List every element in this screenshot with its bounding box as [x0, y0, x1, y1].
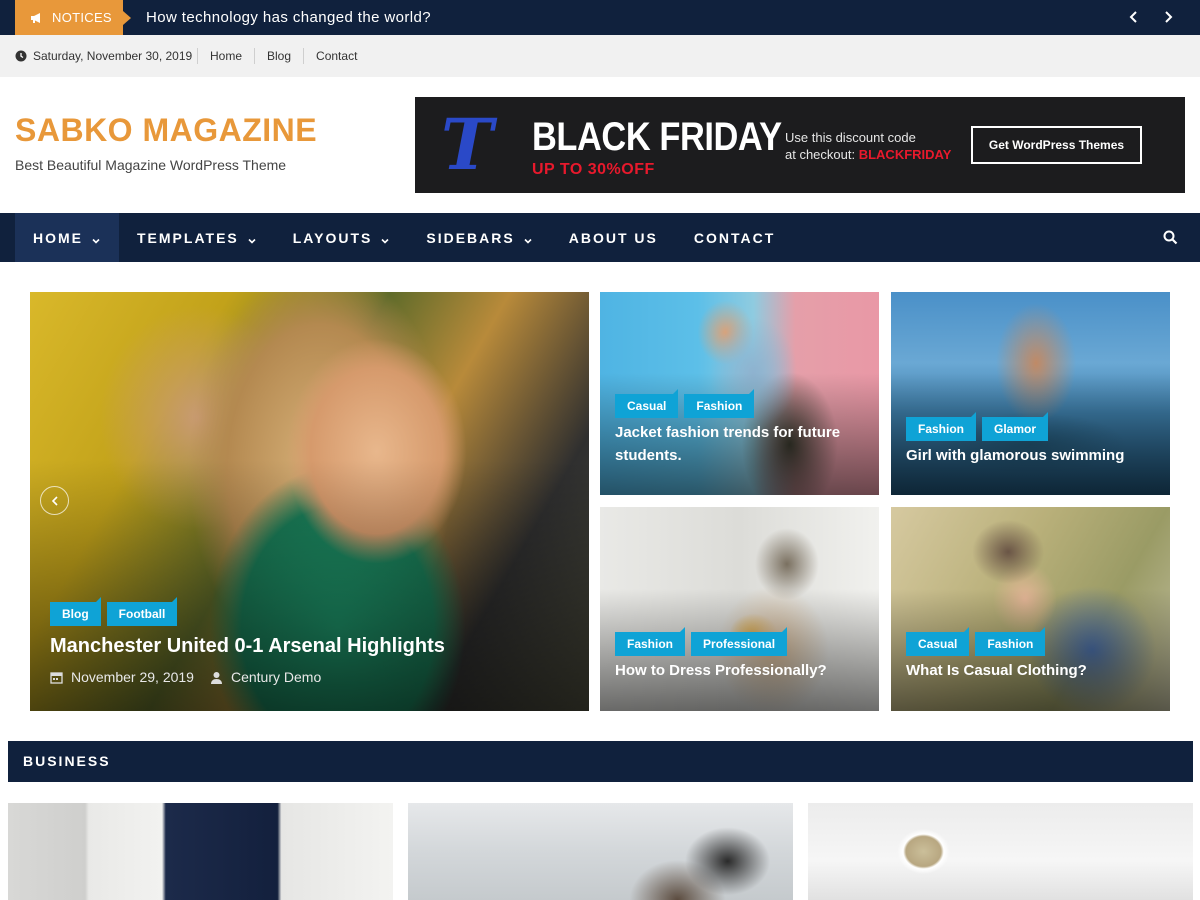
banner-subtitle: UP TO 30%OFF [532, 161, 655, 178]
discount-code: BLACKFRIDAY [858, 147, 952, 162]
discount-line-1: Use this discount code [785, 130, 916, 145]
post-tags: Casual Fashion [906, 627, 1051, 656]
tag-glamor[interactable]: Glamor [982, 412, 1049, 441]
nav-item-label: ABOUT US [568, 229, 658, 246]
post-tags: Blog Football [50, 597, 183, 626]
tag-fashion[interactable]: Fashion [975, 627, 1046, 656]
theme-logo: T [428, 103, 506, 186]
notices-label-text: NOTICES [52, 10, 112, 25]
svg-text:T: T [441, 107, 498, 183]
top-bar: Saturday, November 30, 2019 Home Blog Co… [0, 35, 1200, 77]
thumb-image [8, 803, 393, 900]
business-thumb-2[interactable] [408, 803, 793, 900]
nav-item-sidebars[interactable]: SIDEBARS [408, 213, 550, 262]
discount-line-2-text: at checkout: [785, 147, 859, 162]
search-icon[interactable] [1163, 230, 1178, 245]
card-title[interactable]: Jacket fashion trends for future student… [615, 421, 855, 467]
post-author[interactable]: Century Demo [231, 669, 321, 685]
discount-line-2: at checkout: BLACKFRIDAY [785, 146, 951, 163]
site-tagline: Best Beautiful Magazine WordPress Theme [15, 157, 287, 173]
site-title[interactable]: SABKO MAGAZINE [15, 112, 317, 149]
notices-bar: NOTICES How technology has changed the w… [0, 0, 1200, 35]
nav-item-label: TEMPLATES [137, 229, 239, 246]
get-themes-button[interactable]: Get WordPress Themes [971, 126, 1142, 164]
date-display: Saturday, November 30, 2019 [15, 35, 192, 77]
nav-item-contact[interactable]: CONTACT [676, 213, 793, 262]
nav-item-home[interactable]: HOME [15, 213, 119, 262]
tag-casual[interactable]: Casual [615, 389, 679, 418]
featured-card-3[interactable]: Fashion Professional How to Dress Profes… [600, 507, 879, 711]
business-title: BUSINESS [23, 753, 111, 769]
top-link-home[interactable]: Home [197, 48, 254, 64]
main-nav: HOME TEMPLATES LAYOUTS SIDEBARS ABOUT US… [0, 213, 1200, 262]
business-thumb-3[interactable] [808, 803, 1193, 900]
thumb-image [408, 803, 793, 900]
chevron-down-icon [380, 233, 390, 244]
post-tags: Fashion Glamor [906, 412, 1054, 441]
featured-card-2[interactable]: Fashion Glamor Girl with glamorous swimm… [891, 292, 1170, 495]
featured-card-4[interactable]: Casual Fashion What Is Casual Clothing? [891, 507, 1170, 711]
post-tags: Casual Fashion [615, 389, 760, 418]
nav-item-label: HOME [33, 229, 83, 246]
banner-title: BLACK FRIDAY [532, 115, 782, 159]
post-meta: November 29, 2019 Century Demo [50, 669, 321, 685]
chevron-down-icon [91, 233, 101, 244]
calendar-icon [50, 671, 63, 684]
card-title[interactable]: Girl with glamorous swimming [906, 444, 1156, 467]
top-links: Home Blog Contact [197, 48, 369, 64]
slider-prev-button[interactable] [40, 486, 69, 515]
tag-blog[interactable]: Blog [50, 597, 101, 626]
post-date[interactable]: November 29, 2019 [71, 669, 194, 685]
tag-professional[interactable]: Professional [691, 627, 788, 656]
date-text: Saturday, November 30, 2019 [33, 49, 193, 63]
top-link-contact[interactable]: Contact [303, 48, 369, 64]
nav-item-label: CONTACT [693, 229, 776, 246]
chevron-right-icon[interactable] [1160, 9, 1176, 25]
nav-item-about-us[interactable]: ABOUT US [551, 213, 676, 262]
clock-icon [15, 50, 27, 62]
thumb-image [808, 803, 1193, 900]
discount-text: Use this discount code at checkout: BLAC… [785, 129, 951, 163]
nav-item-label: SIDEBARS [426, 229, 515, 246]
featured-card-1[interactable]: Casual Fashion Jacket fashion trends for… [600, 292, 879, 495]
nav-item-templates[interactable]: TEMPLATES [119, 213, 275, 262]
notices-label: NOTICES [15, 0, 131, 35]
tag-fashion[interactable]: Fashion [684, 389, 755, 418]
tag-football[interactable]: Football [106, 597, 178, 626]
business-section-header: BUSINESS [8, 741, 1193, 782]
user-icon [210, 671, 223, 684]
notice-headline[interactable]: How technology has changed the world? [146, 0, 431, 35]
post-tags: Fashion Professional [615, 627, 793, 656]
featured-main-post[interactable]: Blog Football Manchester United 0-1 Arse… [30, 292, 589, 711]
top-link-blog[interactable]: Blog [254, 48, 303, 64]
tag-fashion[interactable]: Fashion [906, 412, 977, 441]
tag-casual[interactable]: Casual [906, 627, 970, 656]
black-friday-banner[interactable]: T BLACK FRIDAY UP TO 30%OFF Use this dis… [415, 97, 1185, 193]
chevron-down-icon [247, 233, 257, 244]
megaphone-icon [30, 12, 44, 24]
nav-items: HOME TEMPLATES LAYOUTS SIDEBARS ABOUT US… [15, 213, 793, 262]
chevron-down-icon [523, 233, 533, 244]
tag-fashion[interactable]: Fashion [615, 627, 686, 656]
card-title[interactable]: How to Dress Professionally? [615, 659, 865, 682]
card-title[interactable]: What Is Casual Clothing? [906, 659, 1156, 682]
featured-main-title[interactable]: Manchester United 0-1 Arsenal Highlights [50, 635, 445, 658]
business-thumb-1[interactable] [8, 803, 393, 900]
nav-item-layouts[interactable]: LAYOUTS [275, 213, 409, 262]
chevron-left-icon[interactable] [1126, 9, 1142, 25]
nav-item-label: LAYOUTS [292, 229, 373, 246]
